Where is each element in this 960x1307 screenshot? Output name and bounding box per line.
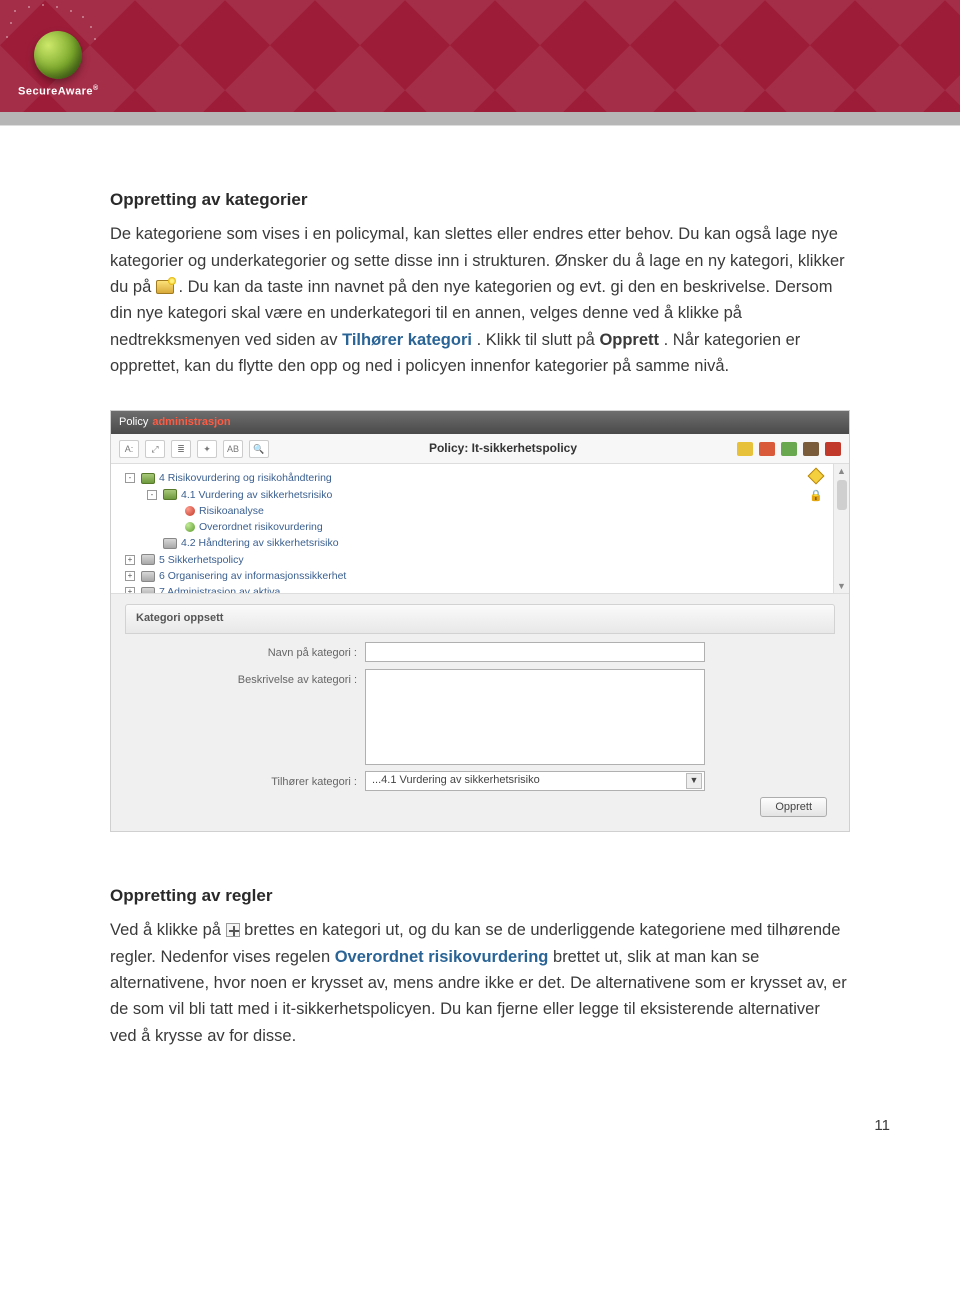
policy-title: Policy: It-sikkerhetspolicy	[275, 439, 731, 458]
parent-selected-value: ...4.1 Vurdering av sikkerhetsrisiko	[372, 772, 540, 790]
opprett-bold: Opprett	[599, 331, 659, 349]
category-tree: -4 Risikovurdering og risikohåndtering-4…	[111, 464, 799, 593]
collapse-icon[interactable]: -	[147, 490, 157, 500]
toolbar: A: ⤢ ≣ ✦ AB 🔍 Policy: It-sikkerhetspolic…	[111, 434, 849, 464]
section2-heading: Oppretting av regler	[110, 882, 850, 909]
side-actions: 🔒	[799, 464, 833, 593]
status-icon[interactable]	[825, 442, 841, 456]
overordnet-risikovurdering-link: Overordnet risikovurdering	[335, 948, 549, 966]
page-banner: SecureAware®	[0, 0, 960, 112]
tilhorer-kategori-link: Tilhører kategori	[342, 331, 472, 349]
page-number: 11	[0, 1107, 960, 1164]
tree-label: 6 Organisering av informasjonssikkerhet	[159, 568, 346, 584]
sphere-icon	[34, 31, 82, 79]
tree-item[interactable]: - 4 Risikovurdering og risikohåndtering	[125, 470, 789, 486]
name-label: Navn på kategori :	[125, 642, 365, 663]
pin-icon[interactable]	[808, 468, 825, 485]
form-row-parent: Tilhører kategori : ...4.1 Vurdering av …	[125, 771, 835, 792]
green-icon	[185, 522, 195, 532]
tree-panel: -4 Risikovurdering og risikohåndtering-4…	[111, 464, 849, 594]
chevron-down-icon: ▼	[686, 773, 702, 789]
collapse-icon[interactable]: -	[125, 473, 135, 483]
gray-icon	[141, 571, 155, 582]
toolbar-button[interactable]: ✦	[197, 440, 217, 458]
page-body: Oppretting av kategorier De kategoriene …	[0, 126, 960, 1107]
tree-item[interactable]: 4.2 Håndtering av sikkerhetsrisiko	[125, 535, 789, 551]
tree-label: 7 Administrasjon av aktiva	[159, 584, 280, 593]
window-titlebar: Policy administrasjon	[111, 411, 849, 435]
new-category-icon	[156, 280, 174, 294]
brand-logo: SecureAware®	[18, 31, 99, 98]
expand-icon[interactable]: +	[125, 555, 135, 565]
titlebar-admin: administrasjon	[152, 414, 230, 432]
tree-label: 4 Risikovurdering og risikohåndtering	[159, 470, 332, 486]
section1-paragraph: De kategoriene som vises i en policymal,…	[110, 221, 850, 379]
gray-icon	[163, 538, 177, 549]
gray-icon	[141, 554, 155, 565]
toolbar-button[interactable]: ≣	[171, 440, 191, 458]
expand-icon[interactable]: +	[125, 571, 135, 581]
tree-item[interactable]: +7 Administrasjon av aktiva	[125, 584, 789, 593]
tree-label: Risikoanalyse	[199, 503, 264, 519]
section2-text-a: Ved å klikke på	[110, 921, 226, 939]
scroll-down-icon[interactable]: ▼	[837, 579, 846, 593]
parent-label: Tilhører kategori :	[125, 771, 365, 792]
tree-label: Overordnet risikovurdering	[199, 519, 323, 535]
toolbar-button[interactable]: A:	[119, 440, 139, 458]
status-icon[interactable]	[759, 442, 775, 456]
form-row-name: Navn på kategori :	[125, 642, 835, 663]
gray-icon	[141, 587, 155, 594]
section1-text-c: . Klikk til slutt på	[477, 331, 600, 349]
tree-item[interactable]: +6 Organisering av informasjonssikkerhet	[125, 568, 789, 584]
brand-name: SecureAware®	[18, 85, 99, 98]
folder-icon	[141, 473, 155, 484]
tree-item[interactable]: Overordnet risikovurdering	[125, 519, 789, 535]
expand-plus-icon	[226, 923, 240, 937]
scrollbar[interactable]: ▲ ▼	[833, 464, 849, 593]
category-form: Kategori oppsett Navn på kategori : Besk…	[111, 594, 849, 831]
section1-heading: Oppretting av kategorier	[110, 186, 850, 213]
lock-icon[interactable]: 🔒	[809, 488, 823, 506]
folder-icon	[163, 489, 177, 500]
form-heading: Kategori oppsett	[125, 604, 835, 634]
section2-paragraph: Ved å klikke på brettes en kategori ut, …	[110, 917, 850, 1049]
app-screenshot: Policy administrasjon A: ⤢ ≣ ✦ AB 🔍 Poli…	[110, 410, 850, 833]
category-name-input[interactable]	[365, 642, 705, 662]
desc-label: Beskrivelse av kategori :	[125, 669, 365, 690]
status-icon[interactable]	[737, 442, 753, 456]
opprett-button[interactable]: Opprett	[760, 797, 827, 817]
category-desc-textarea[interactable]	[365, 669, 705, 765]
toolbar-button[interactable]: ⤢	[145, 440, 165, 458]
tree-label: 4.2 Håndtering av sikkerhetsrisiko	[181, 535, 339, 551]
scroll-thumb[interactable]	[837, 480, 847, 510]
sub-banner-bar	[0, 112, 960, 126]
form-buttons: Opprett	[125, 797, 835, 817]
tree-item[interactable]: - 4.1 Vurdering av sikkerhetsrisiko	[125, 487, 789, 503]
expand-icon[interactable]: +	[125, 587, 135, 593]
scroll-up-icon[interactable]: ▲	[837, 464, 846, 478]
red-icon	[185, 506, 195, 516]
form-row-desc: Beskrivelse av kategori :	[125, 669, 835, 765]
status-icon[interactable]	[803, 442, 819, 456]
titlebar-prefix: Policy	[119, 414, 148, 432]
toolbar-button[interactable]: AB	[223, 440, 243, 458]
toolbar-button[interactable]: 🔍	[249, 440, 269, 458]
tree-item[interactable]: Risikoanalyse	[125, 503, 789, 519]
tree-label: 5 Sikkerhetspolicy	[159, 552, 244, 568]
tree-item[interactable]: +5 Sikkerhetspolicy	[125, 552, 789, 568]
status-icon[interactable]	[781, 442, 797, 456]
tree-label: 4.1 Vurdering av sikkerhetsrisiko	[181, 487, 332, 503]
parent-category-select[interactable]: ...4.1 Vurdering av sikkerhetsrisiko ▼	[365, 771, 705, 791]
